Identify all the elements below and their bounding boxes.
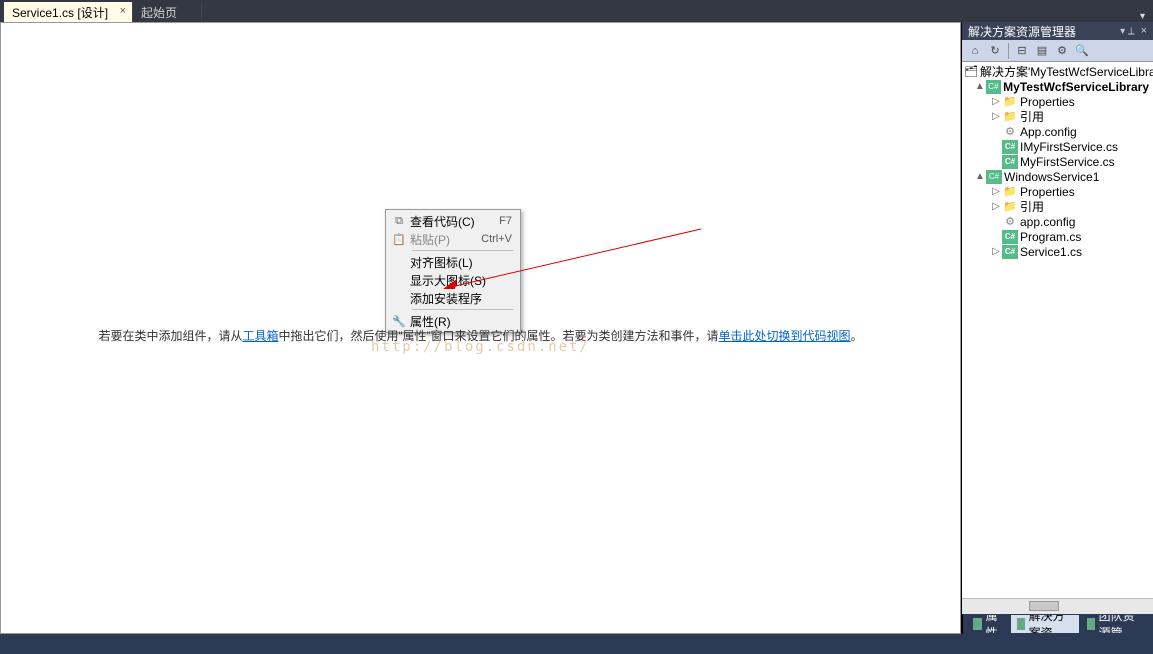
tree-row[interactable]: ⚙App.config (962, 124, 1153, 139)
tree-label: Properties (1020, 95, 1075, 109)
solution-explorer-toolbar: ⌂ ↻ ⊟ ▤ ⚙ 🔍 (962, 40, 1153, 62)
paste-icon: 📋 (392, 232, 406, 246)
close-icon[interactable]: × (120, 5, 126, 17)
home-icon[interactable]: ⌂ (966, 42, 984, 60)
tree-row[interactable]: ▷📁Properties (962, 94, 1153, 109)
menu-label: 查看代码(C) (410, 213, 475, 230)
view-icon[interactable]: 🔍 (1073, 42, 1091, 60)
tree-row[interactable]: ⚙app.config (962, 214, 1153, 229)
tab-start-page[interactable]: 起始页 (133, 2, 202, 22)
menu-label: 显示大图标(S) (410, 272, 486, 289)
tree-row[interactable]: ▷📁引用 (962, 109, 1153, 124)
tree-label: Service1.cs (1020, 245, 1082, 259)
cs-icon: C# (1002, 155, 1018, 169)
collapse-icon[interactable]: ⊟ (1013, 42, 1031, 60)
context-menu: ⧉ 查看代码(C) F7 📋 粘贴(P) Ctrl+V 对齐图标(L) 显示大图… (385, 209, 521, 333)
panel-tabs: 属性 解决方案资... 团队资源管... (962, 614, 1153, 634)
tree-solution-root[interactable]: 🗂 解决方案'MyTestWcfServiceLibrary' (2 个项 (962, 64, 1153, 79)
folder-icon: 📁 (1002, 110, 1018, 124)
panel-title: 解决方案资源管理器 (968, 23, 1076, 40)
tree-label: 引用 (1020, 198, 1044, 215)
expander-icon[interactable]: ▷ (990, 111, 1002, 122)
toolbar-separator (1008, 43, 1009, 59)
tree-row[interactable]: ▷C#Service1.cs (962, 244, 1153, 259)
tree-label: IMyFirstService.cs (1020, 140, 1118, 154)
tree-label: App.config (1020, 125, 1077, 139)
refresh-icon[interactable]: ↻ (986, 42, 1004, 60)
panel-tab-team-explorer[interactable]: 团队资源管... (1081, 615, 1149, 633)
designer-surface[interactable]: ⧉ 查看代码(C) F7 📋 粘贴(P) Ctrl+V 对齐图标(L) 显示大图… (0, 22, 961, 634)
code-icon: ⧉ (392, 214, 406, 228)
tree-label: WindowsService1 (1004, 170, 1099, 184)
solution-explorer-panel: 解决方案资源管理器 ▾ ⟂ × ⌂ ↻ ⊟ ▤ ⚙ 🔍 🗂 解决方案'MyTes… (961, 22, 1153, 634)
expander-icon[interactable]: ▷ (990, 186, 1002, 197)
show-all-icon[interactable]: ▤ (1033, 42, 1051, 60)
tree-row[interactable]: ▷📁引用 (962, 199, 1153, 214)
folder-icon: 📁 (1002, 185, 1018, 199)
expander-icon[interactable]: ▲ (974, 81, 986, 92)
tree-label: app.config (1020, 215, 1075, 229)
tabs-overflow-button[interactable]: ▾ (1132, 11, 1153, 22)
tab-label: Service1.cs [设计] (12, 4, 108, 21)
tree-label: MyFirstService.cs (1020, 155, 1115, 169)
scrollbar-thumb[interactable] (1029, 601, 1059, 611)
tree-row[interactable]: ▷📁Properties (962, 184, 1153, 199)
team-icon (1087, 618, 1095, 630)
tree-label: 解决方案'MyTestWcfServiceLibrary' (2 个项 (980, 63, 1153, 80)
folder-icon: 📁 (1002, 200, 1018, 214)
solution-tree[interactable]: 🗂 解决方案'MyTestWcfServiceLibrary' (2 个项 ▲C… (962, 62, 1153, 598)
tree-label: MyTestWcfServiceLibrary (1003, 80, 1149, 94)
panel-tab-solution-explorer[interactable]: 解决方案资... (1011, 615, 1079, 633)
properties-icon (973, 618, 982, 630)
panel-tab-properties[interactable]: 属性 (967, 615, 1009, 633)
folder-icon: 📁 (1002, 95, 1018, 109)
tab-service1-design[interactable]: Service1.cs [设计] × (4, 2, 133, 22)
bottom-bar (0, 634, 1153, 654)
proj-cs-icon: C# (986, 80, 1002, 94)
tree-row[interactable]: C#Program.cs (962, 229, 1153, 244)
config-icon: ⚙ (1002, 125, 1018, 139)
menu-shortcut: Ctrl+V (481, 233, 512, 245)
tree-row[interactable]: ▲C#WindowsService1 (962, 169, 1153, 184)
close-icon[interactable]: × (1141, 25, 1147, 37)
menu-align-icons[interactable]: 对齐图标(L) (388, 253, 518, 271)
expander-icon[interactable]: ▲ (974, 171, 986, 182)
menu-big-icons[interactable]: 显示大图标(S) (388, 271, 518, 289)
tree-row[interactable]: ▲C#MyTestWcfServiceLibrary (962, 79, 1153, 94)
proj-cs-icon: C# (986, 170, 1002, 184)
tree-row[interactable]: C#MyFirstService.cs (962, 154, 1153, 169)
menu-paste: 📋 粘贴(P) Ctrl+V (388, 230, 518, 248)
cs-icon: C# (1002, 230, 1018, 244)
properties-icon[interactable]: ⚙ (1053, 42, 1071, 60)
menu-separator (412, 250, 514, 251)
solution-icon (1017, 618, 1025, 630)
properties-icon: 🔧 (392, 314, 406, 328)
menu-label: 对齐图标(L) (410, 254, 473, 271)
cs-icon: C# (1002, 140, 1018, 154)
horizontal-scrollbar[interactable] (962, 598, 1153, 614)
cs-icon: C# (1002, 245, 1018, 259)
tree-label: 引用 (1020, 108, 1044, 125)
tree-label: Properties (1020, 185, 1075, 199)
watermark-text: http://blog.csdn.net/ (1, 339, 960, 355)
expander-icon[interactable]: ▷ (990, 201, 1002, 212)
menu-view-code[interactable]: ⧉ 查看代码(C) F7 (388, 212, 518, 230)
document-tabs: Service1.cs [设计] × 起始页 ▾ (0, 0, 1153, 22)
menu-separator (412, 309, 514, 310)
menu-shortcut: F7 (499, 215, 512, 227)
tab-label: 起始页 (141, 4, 177, 21)
panel-title-bar[interactable]: 解决方案资源管理器 ▾ ⟂ × (962, 22, 1153, 40)
pin-icon[interactable]: ▾ ⟂ (1120, 26, 1134, 37)
tree-label: Program.cs (1020, 230, 1081, 244)
menu-add-installer[interactable]: 添加安装程序 (388, 289, 518, 307)
tree-row[interactable]: C#IMyFirstService.cs (962, 139, 1153, 154)
expander-icon[interactable]: ▷ (990, 246, 1002, 257)
solution-icon: 🗂 (964, 65, 978, 79)
menu-label: 添加安装程序 (410, 290, 482, 307)
config-icon: ⚙ (1002, 215, 1018, 229)
menu-label: 粘贴(P) (410, 231, 450, 248)
expander-icon[interactable]: ▷ (990, 96, 1002, 107)
